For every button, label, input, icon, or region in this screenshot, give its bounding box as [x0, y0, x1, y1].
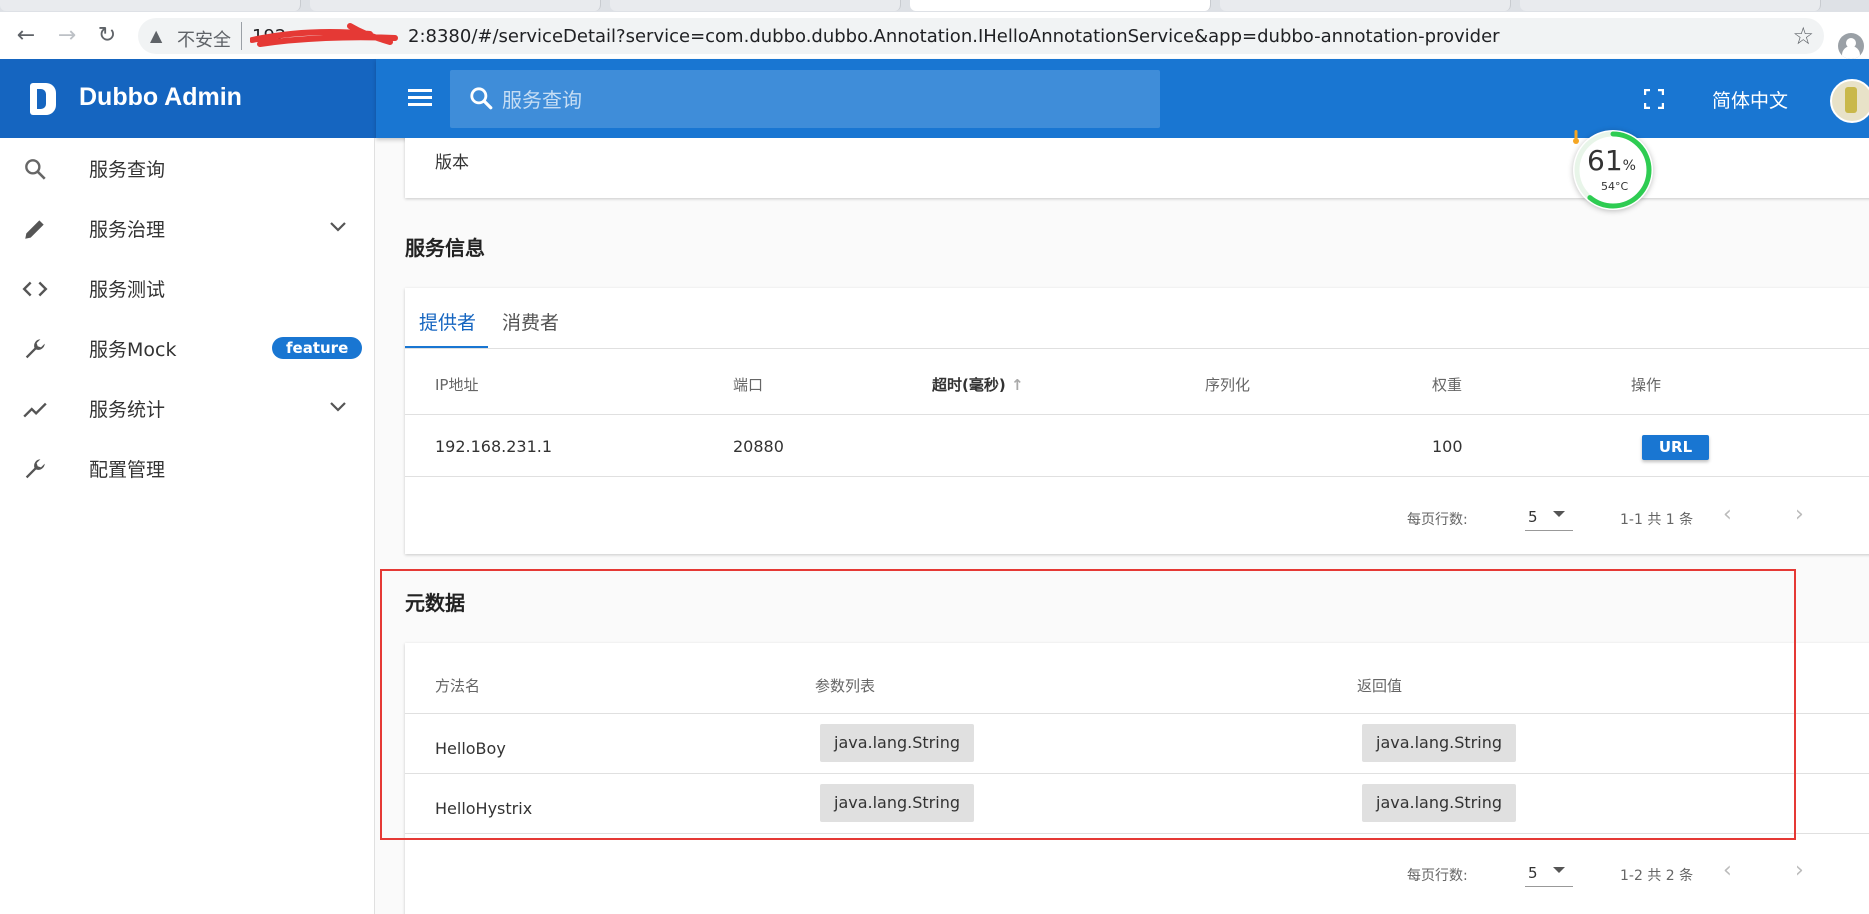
warning-icon: ▲: [150, 26, 163, 45]
browser-tab[interactable]: [610, 0, 901, 11]
fullscreen-icon[interactable]: [1644, 89, 1664, 109]
highlight-box: [380, 569, 1796, 840]
feature-badge: feature: [272, 337, 363, 359]
menu-icon[interactable]: [408, 89, 432, 107]
tab-consumer[interactable]: 消费者: [502, 308, 559, 335]
service-tabs: 提供者 消费者: [405, 288, 1869, 348]
sidebar-item-label: 服务Mock: [89, 339, 177, 361]
prev-page-icon[interactable]: ‹: [1723, 858, 1732, 883]
browser-tab[interactable]: [1220, 0, 1511, 11]
rows-per-page-value: 5: [1528, 508, 1538, 526]
cpu-usage-widget: 61% 54°C: [1573, 130, 1653, 210]
user-avatar[interactable]: [1830, 79, 1869, 123]
search-icon: [25, 159, 46, 180]
sidebar-item-service-mock[interactable]: 服务Mock feature: [0, 318, 374, 378]
reload-icon[interactable]: ↻: [95, 24, 119, 48]
cpu-temperature: 54°C: [1601, 180, 1629, 193]
wrench-icon: [25, 339, 45, 359]
cell-ip: 192.168.231.1: [435, 437, 553, 456]
top-app-bar: 简体中文: [376, 59, 1869, 138]
cpu-percent: 61%: [1587, 144, 1636, 177]
browser-toolbar: ← → ↻ ▲ 不安全 192 2:8380/#/serviceDetail?s…: [0, 12, 1869, 60]
provider-table-card: 提供者 消费者 IP地址 端口 超时(毫秒) ↑ 序列化 权重 操作 192.1…: [405, 288, 1869, 554]
sidebar-item-service-governance[interactable]: 服务治理: [0, 198, 374, 258]
wrench-icon: [25, 459, 45, 479]
sidebar: 服务查询 服务治理 服务测试 服务Mock feature 服务统计 配置管理: [0, 138, 375, 914]
separator: [241, 22, 242, 50]
divider: [405, 476, 1869, 477]
browser-tab-active[interactable]: [910, 0, 1211, 11]
search-icon: [470, 87, 493, 110]
url-text: 2:8380/#/serviceDetail?service=com.dubbo…: [408, 26, 1500, 47]
next-page-icon[interactable]: ›: [1795, 858, 1804, 883]
back-icon[interactable]: ←: [14, 24, 38, 48]
sidebar-item-service-statistics[interactable]: 服务统计: [0, 378, 374, 438]
trending-icon: [23, 402, 47, 418]
cell-port: 20880: [733, 437, 784, 456]
chevron-down-icon: [330, 402, 346, 412]
column-header-serialization: 序列化: [1205, 376, 1251, 394]
cell-weight: 100: [1432, 437, 1463, 456]
redaction-scribble: [250, 23, 398, 47]
browser-tab[interactable]: [310, 0, 601, 11]
sidebar-item-label: 服务查询: [89, 159, 166, 181]
sidebar-item-label: 服务治理: [89, 219, 166, 241]
sidebar-item-label: 服务测试: [89, 279, 166, 301]
bookmark-star-icon[interactable]: ☆: [1792, 22, 1814, 50]
pagination-range: 1-2 共 2 条: [1620, 868, 1694, 884]
brand-title: Dubbo Admin: [79, 83, 242, 111]
sidebar-item-service-query[interactable]: 服务查询: [0, 138, 374, 198]
search-box[interactable]: [450, 70, 1160, 128]
sidebar-item-label: 服务统计: [89, 399, 166, 421]
column-header-ip: IP地址: [435, 376, 479, 394]
divider: [405, 414, 1869, 415]
column-header-action: 操作: [1631, 376, 1662, 394]
divider: [405, 348, 1869, 349]
browser-tabstrip: [0, 0, 1869, 12]
sidebar-item-service-test[interactable]: 服务测试: [0, 258, 374, 318]
insecure-label: 不安全: [177, 30, 231, 51]
forward-icon[interactable]: →: [55, 24, 79, 48]
tab-provider[interactable]: 提供者: [419, 308, 476, 335]
rows-per-page-value: 5: [1528, 864, 1538, 882]
url-button[interactable]: URL: [1642, 435, 1709, 460]
caret-down-icon: [1553, 867, 1565, 873]
timeout-header-label: 超时(毫秒): [932, 376, 1006, 394]
column-header-weight: 权重: [1432, 376, 1463, 394]
sidebar-item-config-management[interactable]: 配置管理: [0, 438, 374, 498]
rows-per-page-select[interactable]: 5: [1525, 858, 1573, 887]
browser-tab[interactable]: [0, 0, 301, 11]
rows-per-page-label: 每页行数:: [1407, 868, 1468, 884]
dubbo-logo-icon: [30, 83, 56, 115]
rows-per-page-select[interactable]: 5: [1525, 502, 1573, 531]
chevron-down-icon: [330, 222, 346, 232]
thermometer-icon: [1573, 130, 1579, 144]
address-bar[interactable]: ▲ 不安全 192 2:8380/#/serviceDetail?service…: [138, 18, 1824, 54]
version-label: 版本: [435, 153, 469, 173]
browser-tab[interactable]: [1520, 0, 1821, 11]
profile-icon[interactable]: [1838, 33, 1864, 59]
sort-arrow-icon: ↑: [1010, 376, 1024, 394]
sidebar-item-label: 配置管理: [89, 459, 166, 481]
pencil-icon: [25, 220, 44, 239]
column-header-port: 端口: [733, 376, 764, 394]
search-input[interactable]: [500, 82, 1144, 118]
column-header-timeout[interactable]: 超时(毫秒) ↑: [932, 374, 1024, 395]
pagination-range: 1-1 共 1 条: [1620, 512, 1694, 528]
brand-bar: Dubbo Admin: [0, 59, 376, 138]
code-icon: [22, 281, 48, 297]
next-page-icon[interactable]: ›: [1795, 502, 1804, 527]
language-selector[interactable]: 简体中文: [1712, 86, 1788, 113]
rows-per-page-label: 每页行数:: [1407, 512, 1468, 528]
service-info-title: 服务信息: [405, 236, 485, 260]
caret-down-icon: [1553, 511, 1565, 517]
prev-page-icon[interactable]: ‹: [1723, 502, 1732, 527]
